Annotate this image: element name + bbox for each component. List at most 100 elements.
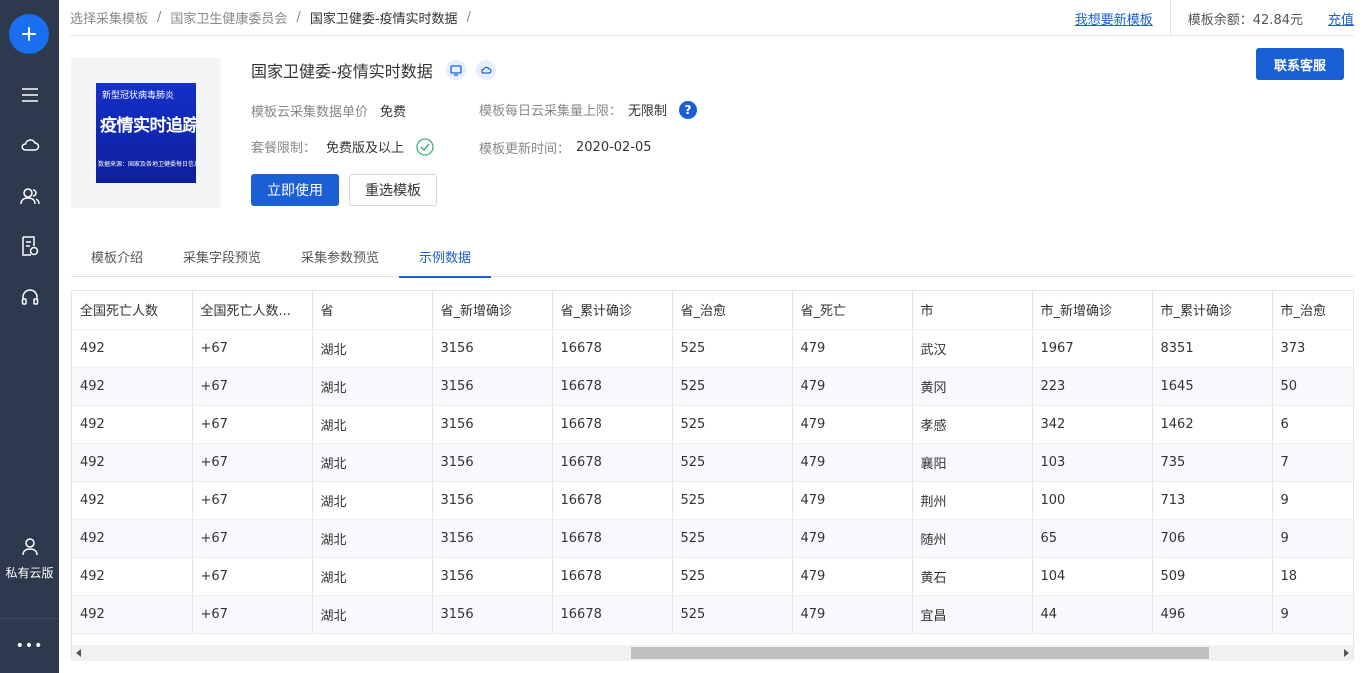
private-cloud-button[interactable]: 私有云版	[0, 538, 59, 581]
table-cell: 3156	[432, 481, 553, 520]
more-button[interactable]: •••	[0, 628, 59, 664]
table-cell: 3156	[432, 557, 553, 596]
users-button[interactable]	[0, 178, 59, 214]
menu-button[interactable]	[0, 77, 59, 113]
recharge-link[interactable]: 充值	[1328, 9, 1354, 28]
table-cell: 湖北	[312, 519, 433, 558]
use-now-button[interactable]: 立即使用	[251, 174, 339, 206]
table-cell: 湖北	[312, 481, 433, 520]
table-cell: 湖北	[312, 595, 433, 634]
tab-intro[interactable]: 模板介绍	[71, 236, 163, 277]
document-check-icon	[21, 236, 38, 256]
scroll-right-icon[interactable]	[1344, 649, 1349, 657]
updated-label: 模板更新时间：	[479, 142, 571, 157]
table-body: 492 +67 湖北 3156 16678 525 479 武汉 1967 8351 373 492 +…	[72, 329, 1353, 634]
table-cell: 373	[1272, 329, 1353, 368]
table-cell: 襄阳	[912, 443, 1033, 482]
check-circle-icon	[416, 137, 434, 156]
table-cell: 525	[672, 557, 793, 596]
table-cell: 宜昌	[912, 595, 1033, 634]
sample-data-table[interactable]: 全国死亡人数 全国死亡人数... 省省_新增确诊 省_累计确诊 省_治愈 省_死亡市市_新…	[71, 290, 1354, 660]
table-cell: 16678	[552, 519, 673, 558]
table-cell: 492	[72, 405, 193, 444]
breadcrumb-separator: /	[296, 10, 301, 25]
table-cell: 492	[72, 329, 193, 368]
table-cell: 7	[1272, 443, 1353, 482]
table-row: 492 +67 湖北 3156 16678 525 479 武汉 1967 8351 373	[72, 329, 1353, 368]
table-row: 492 +67 湖北 3156 16678 525 479 襄阳 103 735 7	[72, 443, 1353, 482]
breadcrumb-item-nhc[interactable]: 国家卫生健康委员会	[170, 8, 287, 27]
thumbnail-caption-source: 数据来源：国家及各地卫健委每日信息发布	[98, 161, 196, 168]
table-cell: 湖北	[312, 557, 433, 596]
table-cell: 525	[672, 595, 793, 634]
table-cell: 16678	[552, 595, 673, 634]
desktop-icon	[445, 60, 466, 80]
tab-params-preview[interactable]: 采集参数预览	[281, 236, 399, 277]
scrollbar-thumb[interactable]	[631, 647, 1209, 659]
table-cell: 492	[72, 595, 193, 634]
tasks-button[interactable]	[0, 228, 59, 264]
contact-support-button[interactable]: 联系客服	[1256, 48, 1344, 80]
table-cell: 9	[1272, 595, 1353, 634]
users-icon	[19, 188, 40, 205]
more-icon: •••	[15, 638, 44, 654]
table-cell: 16678	[552, 367, 673, 406]
table-cell: 492	[72, 481, 193, 520]
request-template-link[interactable]: 我想要新模板	[1075, 9, 1153, 28]
table-cell: 荆州	[912, 481, 1033, 520]
table-cell: 713	[1152, 481, 1273, 520]
reselect-template-button[interactable]: 重选模板	[349, 174, 437, 206]
table-cell: 492	[72, 367, 193, 406]
table-cell: 孝感	[912, 405, 1033, 444]
cloud-badge-icon	[475, 60, 496, 80]
tab-label: 示例数据	[419, 251, 472, 266]
table-cell: 武汉	[912, 329, 1033, 368]
table-cell: 525	[672, 481, 793, 520]
tab-label: 采集参数预览	[301, 251, 380, 266]
data-table: 全国死亡人数 全国死亡人数... 省省_新增确诊 省_累计确诊 省_治愈 省_死亡市市_新…	[72, 291, 1353, 634]
table-cell: +67	[192, 329, 313, 368]
table-cell: 16678	[552, 443, 673, 482]
tab-sample-data[interactable]: 示例数据	[399, 236, 492, 278]
help-icon[interactable]: ?	[679, 100, 698, 119]
thumbnail-caption-top: 新型冠状病毒肺炎	[102, 91, 175, 101]
table-cell: 104	[1032, 557, 1153, 596]
title-row: 国家卫健委-疫情实时数据	[251, 58, 496, 82]
breadcrumb-separator: /	[157, 10, 162, 25]
table-cell: 1967	[1032, 329, 1153, 368]
breadcrumb-item-template-select[interactable]: 选择采集模板	[70, 8, 148, 27]
table-cell: 湖北	[312, 329, 433, 368]
table-cell: +67	[192, 367, 313, 406]
updated-row: 模板更新时间： 2020-02-05	[479, 138, 652, 157]
column-header: 全国死亡人数	[72, 291, 193, 330]
cloud-button[interactable]	[0, 127, 59, 163]
balance-text: 模板余额：42.84元	[1169, 0, 1303, 36]
scroll-left-icon[interactable]	[76, 649, 81, 657]
table-cell: 103	[1032, 443, 1153, 482]
table-cell: 3156	[432, 443, 553, 482]
table-cell: 479	[792, 329, 913, 368]
table-cell: 479	[792, 519, 913, 558]
table-row: 492 +67 湖北 3156 16678 525 479 孝感 342 1462 6	[72, 405, 1353, 444]
table-cell: 223	[1032, 367, 1153, 406]
table-cell: 479	[792, 557, 913, 596]
table-cell: +67	[192, 519, 313, 558]
tab-fields-preview[interactable]: 采集字段预览	[163, 236, 281, 277]
table-cell: 525	[672, 329, 793, 368]
template-thumbnail: 新型冠状病毒肺炎 疫情实时追踪 数据来源：国家及各地卫健委每日信息发布	[71, 58, 221, 208]
add-button[interactable]	[9, 14, 49, 54]
tab-label: 模板介绍	[91, 251, 144, 266]
support-button[interactable]	[0, 279, 59, 315]
table-cell: 100	[1032, 481, 1153, 520]
horizontal-scrollbar[interactable]	[72, 645, 1353, 661]
column-header: 全国死亡人数...	[192, 291, 313, 330]
table-cell: 735	[1152, 443, 1273, 482]
table-cell: 509	[1152, 557, 1273, 596]
menu-icon	[21, 88, 38, 102]
table-cell: 50	[1272, 367, 1353, 406]
breadcrumb: 选择采集模板 / 国家卫生健康委员会 / 国家卫健委-疫情实时数据 /	[70, 8, 480, 27]
user-icon	[21, 538, 38, 556]
table-cell: 706	[1152, 519, 1273, 558]
table-row: 492 +67 湖北 3156 16678 525 479 黄石 104 509 18	[72, 557, 1353, 596]
price-row: 模板云采集数据单价 免费	[251, 101, 406, 120]
